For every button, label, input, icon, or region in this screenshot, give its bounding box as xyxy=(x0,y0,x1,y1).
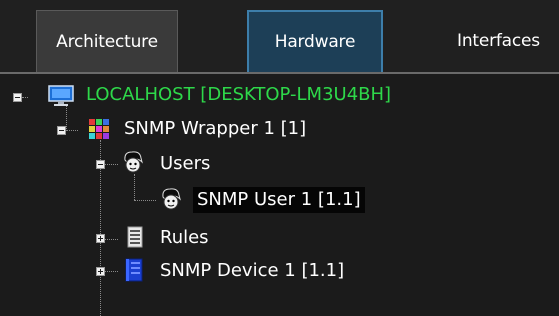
tree-node-snmp-user-1[interactable]: SNMP User 1 [1.1] xyxy=(193,187,365,213)
expand-toggle-rules[interactable] xyxy=(96,234,105,243)
tree-node-users[interactable]: Users xyxy=(160,151,210,177)
tab-bar: Architecture Hardware Interfaces xyxy=(0,0,559,72)
rubiks-cube-icon xyxy=(89,119,109,139)
tree-connector xyxy=(104,164,118,165)
rules-list-icon xyxy=(127,226,143,248)
expand-toggle-device[interactable] xyxy=(96,267,105,276)
tab-hardware[interactable]: Hardware xyxy=(247,10,383,72)
computer-monitor-icon xyxy=(48,85,74,106)
tree-connector xyxy=(66,130,78,131)
tree-node-localhost[interactable]: LOCALHOST [DESKTOP-LM3U4BH] xyxy=(86,82,391,108)
collapse-toggle-root[interactable] xyxy=(13,93,22,102)
device-server-icon xyxy=(125,258,143,282)
tree-connector xyxy=(104,239,118,240)
tree-connector xyxy=(134,174,135,200)
tab-interfaces[interactable]: Interfaces xyxy=(445,10,559,72)
collapse-toggle-users[interactable] xyxy=(96,160,105,169)
tree-node-snmp-wrapper[interactable]: SNMP Wrapper 1 [1] xyxy=(124,116,306,142)
tree-node-rules[interactable]: Rules xyxy=(160,225,209,251)
user-face-icon xyxy=(162,188,181,210)
collapse-toggle-wrapper[interactable] xyxy=(57,126,66,135)
tree-connector xyxy=(134,200,156,201)
tree-node-snmp-device-1[interactable]: SNMP Device 1 [1.1] xyxy=(160,258,344,284)
tree-view[interactable]: LOCALHOST [DESKTOP-LM3U4BH] SNMP Wrapper… xyxy=(0,74,559,316)
tree-connector xyxy=(104,271,118,272)
tree-connector xyxy=(66,106,67,131)
tab-architecture[interactable]: Architecture xyxy=(36,10,178,72)
tree-connector xyxy=(22,97,28,98)
user-face-icon xyxy=(124,151,143,173)
